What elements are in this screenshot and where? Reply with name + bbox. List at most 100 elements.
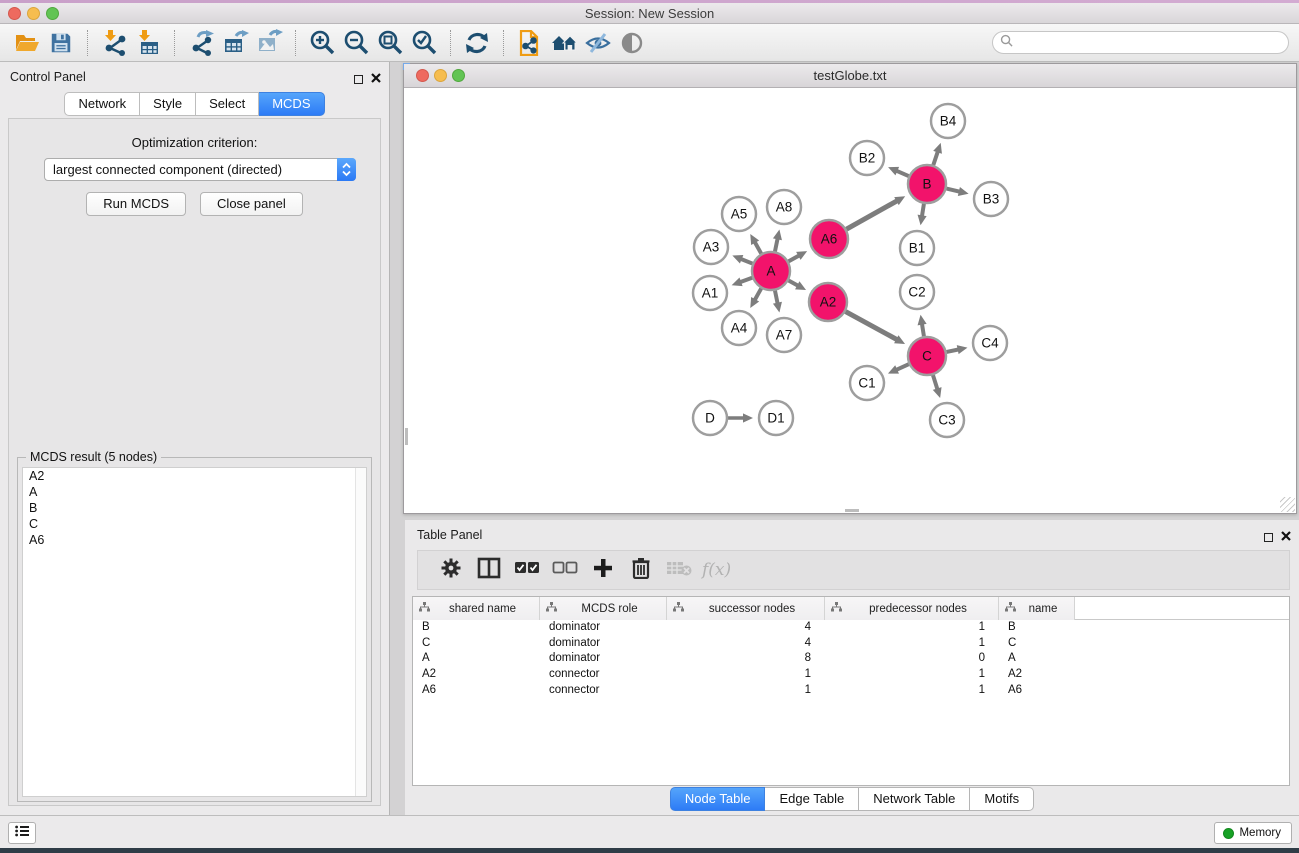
home-button[interactable] (547, 28, 581, 58)
result-list-item[interactable]: B (23, 500, 366, 516)
show-columns-button[interactable] (470, 555, 508, 585)
add-row-button[interactable] (584, 555, 622, 585)
attribute-icon (1005, 602, 1016, 615)
plus-icon (593, 558, 613, 583)
graph-edge[interactable] (922, 204, 924, 218)
table-row[interactable]: A2connector11A2 (413, 667, 1289, 683)
graph-edge[interactable] (740, 259, 753, 264)
result-list-item[interactable]: A6 (23, 532, 366, 548)
graph-edge[interactable] (775, 291, 778, 305)
tab-select[interactable]: Select (196, 92, 259, 116)
node-label: C4 (981, 336, 999, 351)
run-mcds-button[interactable]: Run MCDS (86, 192, 186, 216)
import-table-button[interactable] (131, 28, 165, 58)
refresh-view-button[interactable] (460, 28, 494, 58)
column-header[interactable]: shared name (413, 597, 540, 620)
toolbar-separator (503, 30, 504, 56)
close-window-button[interactable] (8, 7, 21, 20)
attribute-icon (546, 602, 557, 615)
select-all-columns-button[interactable] (508, 555, 546, 585)
import-network-button[interactable] (97, 28, 131, 58)
graph-edge[interactable] (933, 375, 938, 390)
tab-node-table[interactable]: Node Table (670, 787, 766, 811)
graph-edge[interactable] (895, 364, 908, 370)
hide-graphics-details-button[interactable] (581, 28, 615, 58)
graph-edge[interactable] (946, 189, 960, 192)
node-table[interactable]: shared nameMCDS rolesuccessor nodesprede… (412, 596, 1290, 786)
new-network-from-selection-button[interactable] (513, 28, 547, 58)
table-row[interactable]: Cdominator41C (413, 636, 1289, 652)
graph-edge[interactable] (846, 312, 898, 341)
table-cell: B (413, 620, 540, 636)
export-image-button[interactable] (252, 28, 286, 58)
node-label: A4 (731, 321, 748, 336)
export-network-button[interactable] (184, 28, 218, 58)
control-panel-tabs: Network Style Select MCDS (0, 92, 389, 116)
column-header[interactable]: MCDS role (540, 597, 667, 620)
result-list-item[interactable]: A2 (23, 468, 366, 484)
function-icon: f(x) (698, 560, 731, 580)
table-row[interactable]: A6connector11A6 (413, 683, 1289, 699)
table-cell: A6 (999, 683, 1075, 699)
show-graphics-details-button[interactable] (615, 28, 649, 58)
network-window-titlebar: testGlobe.txt (404, 64, 1296, 88)
delete-row-button[interactable] (622, 555, 660, 585)
column-header[interactable]: successor nodes (667, 597, 825, 620)
network-window-title: testGlobe.txt (404, 68, 1296, 83)
function-builder-button[interactable]: f(x) (698, 555, 731, 585)
task-history-button[interactable] (8, 822, 36, 844)
search-field[interactable] (992, 31, 1289, 54)
export-table-button[interactable] (218, 28, 252, 58)
column-header[interactable]: name (999, 597, 1075, 620)
zoom-fit-button[interactable] (373, 28, 407, 58)
result-list-scrollbar[interactable] (355, 468, 366, 796)
tab-motifs[interactable]: Motifs (970, 787, 1034, 811)
zoom-selected-button[interactable] (407, 28, 441, 58)
close-panel-icon[interactable] (371, 70, 381, 88)
open-session-button[interactable] (10, 28, 44, 58)
graph-edge[interactable] (775, 237, 778, 251)
graph-edge[interactable] (739, 278, 752, 283)
canvas-mini-scrollbar[interactable] (405, 428, 408, 445)
table-settings-button[interactable] (432, 555, 470, 585)
memory-button[interactable]: Memory (1214, 822, 1292, 844)
resize-grip[interactable] (1280, 497, 1295, 512)
table-row[interactable]: Bdominator41B (413, 620, 1289, 636)
graph-edge[interactable] (922, 323, 924, 337)
table-cell: A2 (413, 667, 540, 683)
tab-style[interactable]: Style (140, 92, 196, 116)
network-canvas[interactable]: B4B2BB3A8A5A6A3B1AA1C2A2A4A7C4CC1C3DD1 (405, 89, 1295, 512)
search-input[interactable] (1017, 36, 1288, 50)
zoom-in-button[interactable] (305, 28, 339, 58)
graph-edge[interactable] (754, 288, 761, 301)
tab-network-table[interactable]: Network Table (859, 787, 970, 811)
dropdown-stepper-icon (337, 158, 356, 181)
result-list-item[interactable]: A (23, 484, 366, 500)
zoom-out-button[interactable] (339, 28, 373, 58)
tab-network[interactable]: Network (64, 92, 140, 116)
table-row[interactable]: Adominator80A (413, 651, 1289, 667)
minimize-window-button[interactable] (27, 7, 40, 20)
graph-edge[interactable] (933, 150, 938, 165)
float-table-panel-icon[interactable] (1264, 533, 1273, 542)
maximize-window-button[interactable] (46, 7, 59, 20)
result-list-item[interactable]: C (23, 516, 366, 532)
criterion-dropdown[interactable]: largest connected component (directed) (44, 158, 356, 181)
mcds-result-list[interactable]: A2ABCA6 (22, 467, 367, 797)
column-header[interactable]: predecessor nodes (825, 597, 999, 620)
canvas-mini-scrollbar-h[interactable] (845, 509, 859, 512)
graph-edge[interactable] (895, 170, 908, 176)
control-panel: Control Panel Network Style Select MCDS … (0, 62, 390, 815)
delete-table-button[interactable] (660, 555, 698, 585)
unselect-all-columns-button[interactable] (546, 555, 584, 585)
float-panel-icon[interactable] (354, 75, 363, 84)
tab-edge-table[interactable]: Edge Table (765, 787, 859, 811)
columns-icon (477, 557, 501, 584)
tab-mcds[interactable]: MCDS (259, 92, 324, 116)
close-panel-button[interactable]: Close panel (200, 192, 303, 216)
save-session-button[interactable] (44, 28, 78, 58)
graph-edge[interactable] (754, 241, 761, 254)
graph-edge[interactable] (846, 200, 898, 229)
eye-icon (619, 30, 645, 56)
close-table-panel-icon[interactable] (1281, 528, 1291, 546)
